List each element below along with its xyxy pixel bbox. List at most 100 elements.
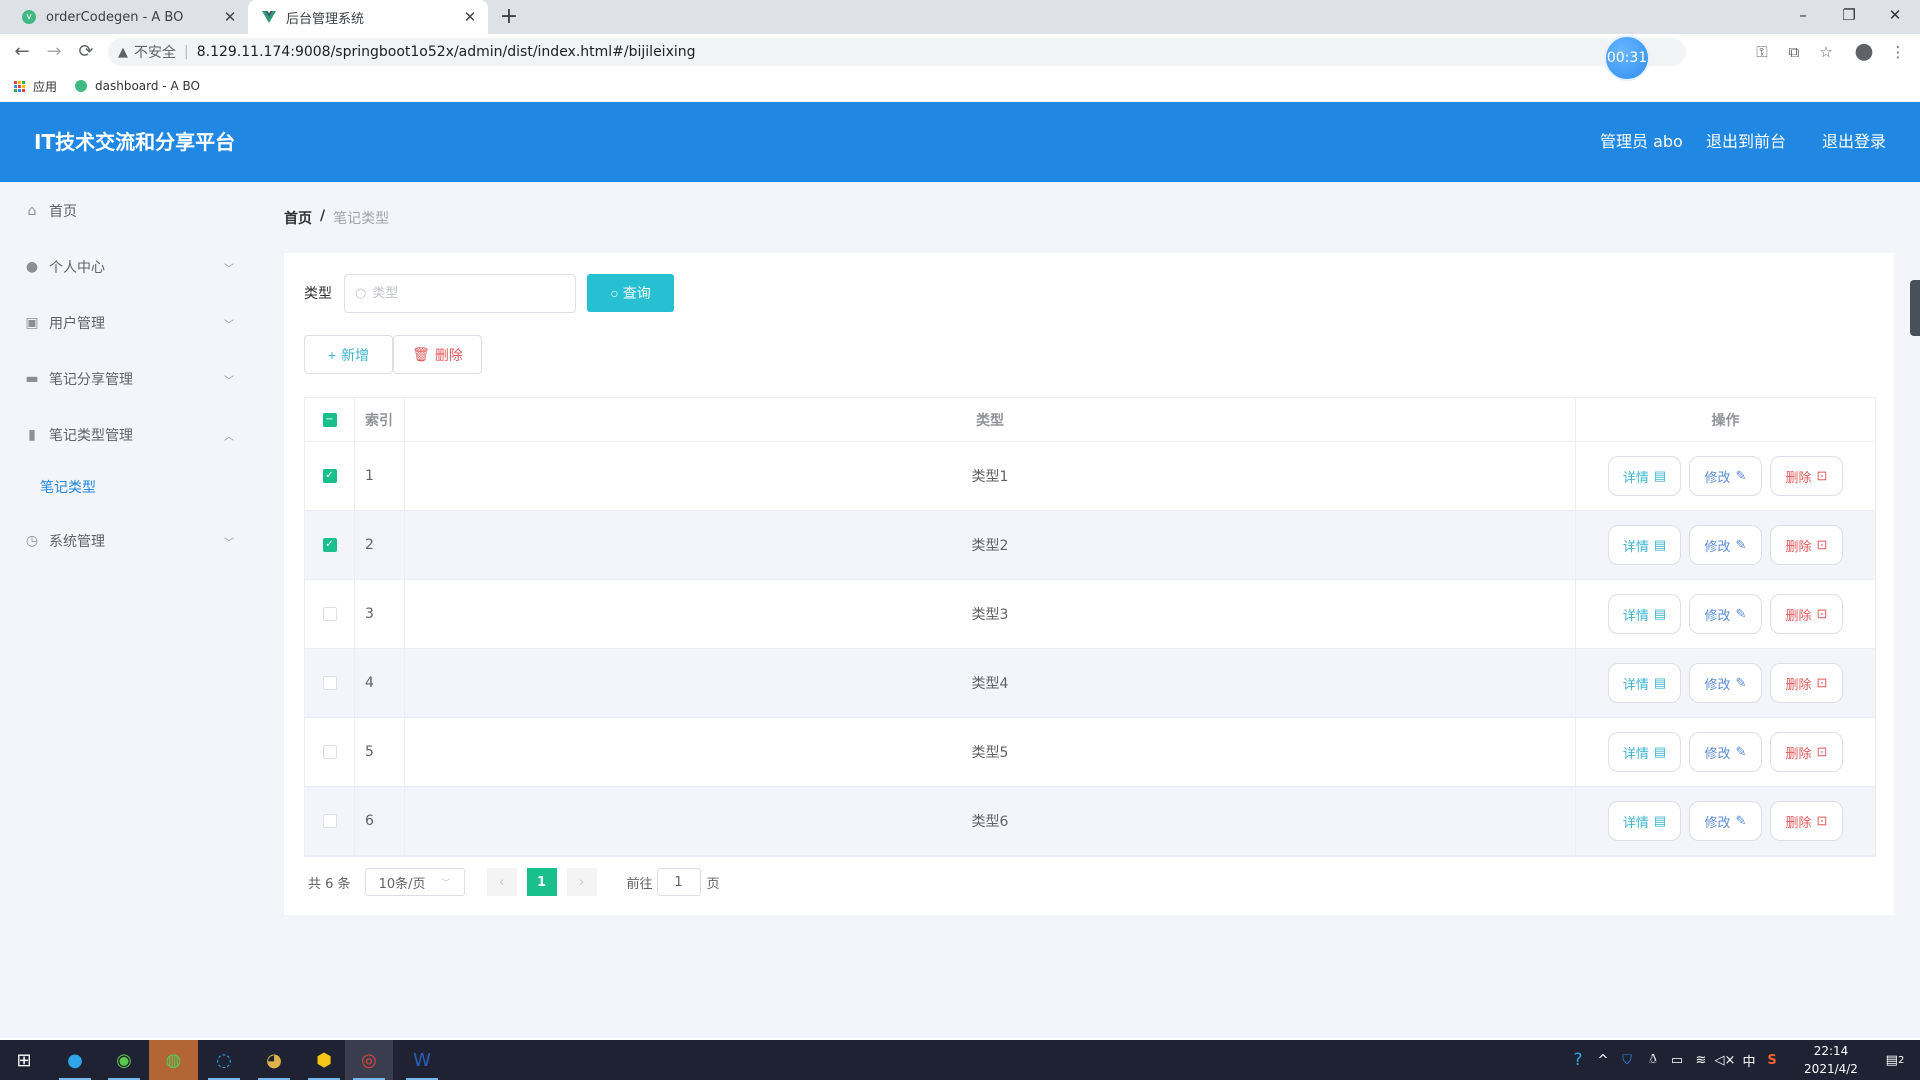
back-button[interactable]: ← [8, 38, 36, 66]
detail-button[interactable]: 详情 ▤ [1608, 732, 1681, 772]
row-checkbox[interactable] [322, 607, 337, 621]
delete-button[interactable]: 删除 ⊡ [1770, 456, 1843, 496]
page-number-current[interactable]: 1 [526, 868, 557, 896]
sidebar-subitem-note-type[interactable]: 笔记类型 [40, 463, 96, 513]
detail-button[interactable]: 详情 ▤ [1608, 663, 1681, 703]
page-size-select[interactable]: 10条/页 ﹀ [364, 868, 465, 896]
qq-icon[interactable]: 🐧︎ [1642, 1040, 1664, 1080]
chevron-down-icon: ﹀ [441, 878, 451, 889]
edit-button[interactable]: 修改 ✎ [1689, 732, 1762, 772]
trash-icon: ⊡ [1816, 744, 1828, 759]
edit-button[interactable]: 修改 ✎ [1689, 456, 1762, 496]
help-icon[interactable]: ? [1566, 1040, 1590, 1080]
key-icon[interactable]: ⚿ [1748, 38, 1776, 66]
wifi-icon[interactable]: ≋ [1690, 1040, 1712, 1080]
edit-label: 修改 [1704, 745, 1731, 761]
select-all-checkbox[interactable]: − [322, 412, 337, 427]
notification-center-icon[interactable]: ▤ 2 [1878, 1040, 1912, 1080]
delete-button[interactable]: 删除 ⊡ [1770, 525, 1843, 565]
detail-button[interactable]: 详情 ▤ [1608, 525, 1681, 565]
edit-button[interactable]: 修改 ✎ [1689, 663, 1762, 703]
close-window-button[interactable]: ✕ [1872, 0, 1918, 30]
translate-icon[interactable]: ⧉ [1780, 38, 1808, 66]
delete-button[interactable]: 删除 ⊡ [1770, 594, 1843, 634]
edge-icon[interactable]: ● [51, 1040, 99, 1080]
game-icon[interactable]: ◕ [250, 1040, 298, 1080]
browser-360-icon[interactable]: ◉ [100, 1040, 148, 1080]
windows-start-icon[interactable]: ⊞ [0, 1040, 48, 1080]
reload-button[interactable]: ⟳ [72, 38, 100, 66]
sogou-icon[interactable]: S [1762, 1040, 1782, 1080]
close-tab-icon[interactable]: ✕ [458, 8, 482, 26]
pencil-icon: ✎ [1735, 537, 1747, 552]
exit-to-front-link[interactable]: 退出到前台 [1706, 102, 1786, 182]
browser-tab-ordercodegen[interactable]: v orderCodegen - A BO ✕ [8, 0, 248, 34]
row-actions: 详情 ▤ 修改 ✎ 删除 ⊡ [1576, 787, 1875, 855]
edit-button[interactable]: 修改 ✎ [1689, 594, 1762, 634]
type-search-input[interactable] [372, 286, 553, 301]
new-tab-button[interactable]: + [496, 4, 522, 30]
pagination: 共 6 条 10条/页 ﹀ ‹ 1 › 前往 页 [308, 867, 720, 897]
sketch-icon[interactable]: ⬢ [300, 1040, 348, 1080]
bookmark-label: 应用 [33, 79, 58, 94]
batch-delete-button[interactable]: 🗑︎ 删除 [393, 335, 482, 374]
wechat-icon[interactable]: ◍ [149, 1040, 198, 1080]
star-icon[interactable]: ☆ [1812, 38, 1840, 66]
detail-button[interactable]: 详情 ▤ [1608, 456, 1681, 496]
detail-button[interactable]: 详情 ▤ [1608, 594, 1681, 634]
close-tab-icon[interactable]: ✕ [218, 8, 242, 26]
side-widget-handle[interactable] [1910, 280, 1920, 336]
row-checkbox[interactable]: ✓ [322, 469, 337, 483]
delete-button[interactable]: 删除 ⊡ [1770, 732, 1843, 772]
system-clock[interactable]: 22:14 2021/4/2 [1786, 1042, 1876, 1078]
chevron-up-icon[interactable]: ^ [1594, 1040, 1612, 1080]
sidebar-item-home[interactable]: ⌂ 首页 [0, 183, 258, 239]
goto-page-input[interactable] [656, 868, 701, 896]
logout-link[interactable]: 退出登录 [1822, 102, 1886, 182]
chrome-icon[interactable]: ◎ [345, 1040, 393, 1080]
row-checkbox[interactable] [322, 745, 337, 759]
prev-page-button[interactable]: ‹ [486, 868, 517, 896]
sidebar-item-user-management[interactable]: ▣ 用户管理 ﹀ [0, 295, 258, 351]
address-bar[interactable]: ▲ 不安全 | 8.129.11.174:9008/springboot1o52… [108, 38, 1686, 66]
next-page-button[interactable]: › [566, 868, 597, 896]
sidebar-item-note-share-management[interactable]: ▬ 笔记分享管理 ﹀ [0, 351, 258, 407]
edit-button[interactable]: 修改 ✎ [1689, 801, 1762, 841]
user-icon: ● [25, 259, 39, 275]
sidebar-item-system-management[interactable]: ◷ 系统管理 ﹀ [0, 513, 258, 569]
row-checkbox[interactable]: ✓ [322, 538, 337, 552]
detail-button[interactable]: 详情 ▤ [1608, 801, 1681, 841]
query-button[interactable]: ○ 查询 [587, 274, 674, 312]
restore-button[interactable]: ❐ [1826, 0, 1872, 30]
delete-button[interactable]: 删除 ⊡ [1770, 801, 1843, 841]
shield-icon[interactable]: ⛉ [1616, 1040, 1638, 1080]
bookmark-apps[interactable]: 应用 [14, 78, 57, 95]
delete-button[interactable]: 删除 ⊡ [1770, 663, 1843, 703]
trash-icon: 🗑︎ [412, 346, 430, 362]
sidebar-item-personal-center[interactable]: ● 个人中心 ﹀ [0, 239, 258, 295]
forward-button[interactable]: → [40, 38, 68, 66]
url-text[interactable]: 8.129.11.174:9008/springboot1o52x/admin/… [197, 44, 696, 60]
volume-muted-icon[interactable]: ◁× [1714, 1040, 1736, 1080]
sidebar-item-note-type-management[interactable]: ▮ 笔记类型管理 ︿ [0, 407, 258, 463]
row-index: 2 [355, 511, 405, 579]
row-checkbox[interactable] [322, 814, 337, 828]
add-button[interactable]: + 新增 [304, 335, 393, 374]
breadcrumb-home[interactable]: 首页 [284, 208, 312, 228]
browser-tab-admin[interactable]: 后台管理系统 ✕ [248, 0, 488, 34]
row-checkbox[interactable] [322, 676, 337, 690]
qq-browser-icon[interactable]: ◌ [200, 1040, 248, 1080]
timer-badge[interactable]: 00:31 [1604, 35, 1650, 81]
word-icon[interactable]: W [398, 1040, 446, 1080]
menu-icon[interactable]: ⋮ [1884, 38, 1912, 66]
divider: | [184, 44, 189, 60]
pencil-icon: ✎ [1735, 675, 1747, 690]
bookmark-dashboard[interactable]: dashboard - A BO [75, 79, 200, 93]
minimize-button[interactable]: – [1780, 0, 1826, 30]
profile-icon[interactable]: ● [1850, 38, 1878, 66]
ime-icon[interactable]: 中 [1738, 1040, 1760, 1080]
battery-icon[interactable]: ▭ [1666, 1040, 1688, 1080]
edit-button[interactable]: 修改 ✎ [1689, 525, 1762, 565]
type-search-field[interactable]: ○ [344, 274, 576, 313]
note-type-table: − 索引 类型 操作 ✓ 1 类型1 详情 ▤ 修改 ✎ 删除 ⊡ ✓ 2 类型2 详… [304, 397, 1876, 857]
